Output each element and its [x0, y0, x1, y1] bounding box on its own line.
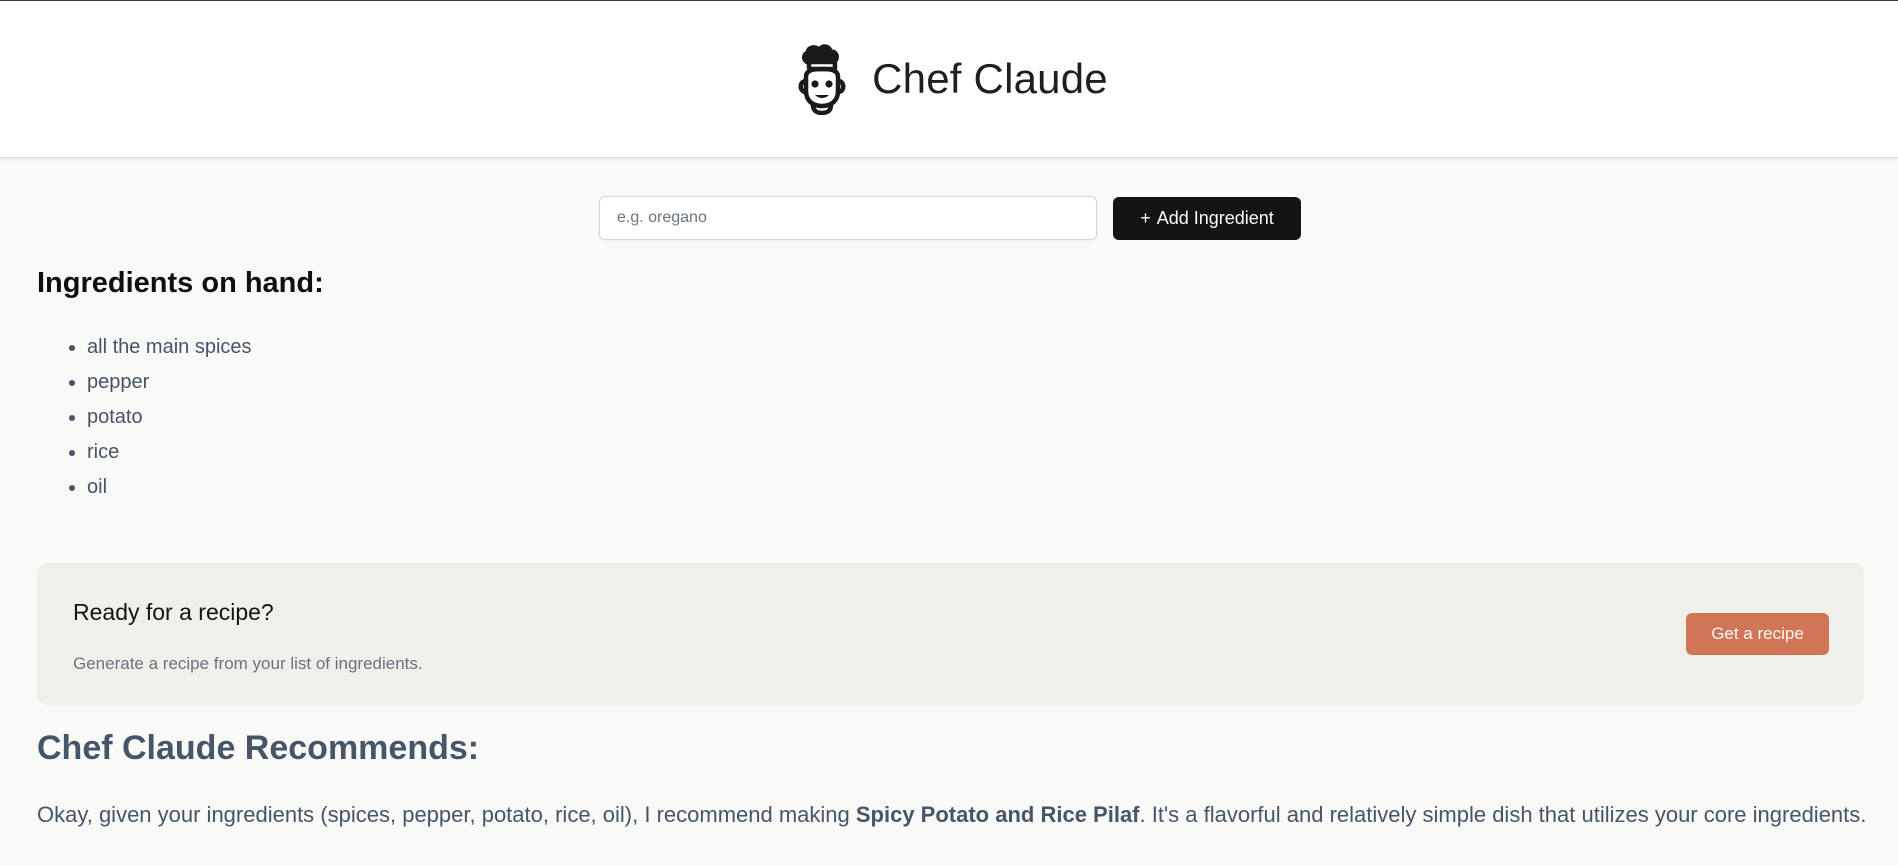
ingredient-item: pepper — [87, 365, 252, 400]
recommendation-summary: . It's a flavorful and relatively simple… — [1139, 802, 1867, 827]
ingredient-item: rice — [87, 435, 252, 470]
plus-icon: + — [1140, 207, 1151, 228]
ingredient-item: oil — [87, 470, 252, 505]
recommendation-intro: Okay, given your ingredients (spices, pe… — [37, 802, 856, 827]
dish-name: Spicy Potato and Rice Pilaf — [855, 802, 1140, 827]
add-ingredient-button[interactable]: + Add Ingredient — [1113, 196, 1301, 240]
ingredients-heading: Ingredients on hand: — [37, 267, 324, 299]
card-subtitle: Generate a recipe from your list of ingr… — [73, 654, 423, 673]
get-recipe-button[interactable]: Get a recipe — [1686, 613, 1829, 655]
card-title: Ready for a recipe? — [73, 599, 274, 625]
add-ingredient-label: Add Ingredient — [1156, 207, 1274, 228]
add-ingredient-form: + Add Ingredient — [599, 196, 1301, 240]
recommendation-text: Okay, given your ingredients (spices, pe… — [37, 797, 1867, 832]
ingredients-list: all the main spices pepper potato rice o… — [37, 330, 252, 505]
get-recipe-card: Ready for a recipe? Generate a recipe fr… — [37, 563, 1864, 705]
ingredient-item: potato — [87, 400, 252, 435]
chef-hat-face-icon — [790, 43, 854, 115]
recommendation-heading: Chef Claude Recommends: — [37, 729, 480, 767]
app-header: Chef Claude — [0, 1, 1898, 158]
ingredient-item: all the main spices — [87, 330, 252, 365]
ingredient-input[interactable] — [599, 196, 1097, 240]
app-title: Chef Claude — [872, 55, 1108, 102]
